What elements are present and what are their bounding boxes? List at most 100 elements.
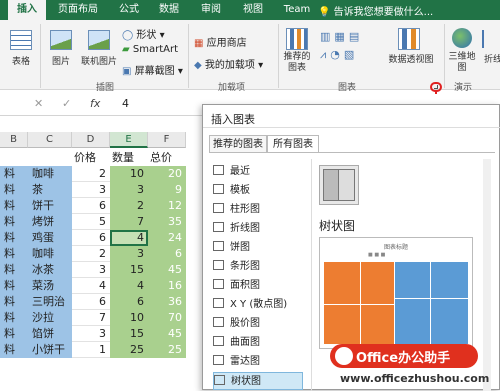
cell-e[interactable]: 25	[110, 342, 148, 358]
formula-input[interactable]: 4	[122, 97, 129, 110]
cell-b[interactable]: 料	[0, 294, 28, 310]
cell-d[interactable]: 6	[72, 230, 110, 246]
surface-chart-icon	[213, 336, 224, 346]
cell-f[interactable]: 45	[148, 326, 186, 342]
chart-category-item[interactable]: 树状图	[213, 372, 303, 390]
treemap-divider	[360, 262, 361, 344]
cell-e[interactable]: 2	[110, 198, 148, 214]
fx-icon[interactable]: fx	[90, 97, 100, 110]
cell-e[interactable]: 6	[110, 294, 148, 310]
chart-category-item[interactable]: 条形图	[213, 258, 303, 276]
cell-d[interactable]: 4	[72, 278, 110, 294]
tab-underline	[209, 152, 495, 153]
cell-c[interactable]: 三明治	[28, 294, 72, 310]
cell-d[interactable]: 3	[72, 326, 110, 342]
dialog-pane-divider	[311, 159, 312, 391]
cell-f[interactable]: 70	[148, 310, 186, 326]
cell-c[interactable]: 冰茶	[28, 262, 72, 278]
column-header-e[interactable]: E	[110, 132, 148, 148]
cell-f[interactable]: 25	[148, 342, 186, 358]
cell-c[interactable]: 鸡蛋	[28, 230, 72, 246]
chart-category-item[interactable]: 饼图	[213, 239, 303, 257]
cell-e[interactable]: 3	[110, 246, 148, 262]
cell-e[interactable]: 7	[110, 214, 148, 230]
cell-c[interactable]: 茶	[28, 182, 72, 198]
preview-legend: ■ ■ ■	[368, 252, 386, 258]
cell-c[interactable]: 沙拉	[28, 310, 72, 326]
chart-category-item[interactable]: 模板	[213, 182, 303, 200]
cell-b[interactable]: 料	[0, 278, 28, 294]
header-price[interactable]: 价格	[74, 150, 110, 166]
recent-icon	[213, 165, 224, 175]
cell-c[interactable]: 馅饼	[28, 326, 72, 342]
cell-b[interactable]: 料	[0, 246, 28, 262]
cell-b[interactable]: 料	[0, 198, 28, 214]
cell-d[interactable]: 2	[72, 166, 110, 182]
cell-b[interactable]: 料	[0, 262, 28, 278]
cell-c[interactable]: 小饼干	[28, 342, 72, 358]
cell-f[interactable]: 45	[148, 262, 186, 278]
header-quantity[interactable]: 数量	[112, 150, 148, 166]
dialog-divider	[203, 127, 500, 128]
chart-category-item[interactable]: 股价图	[213, 315, 303, 333]
chart-category-label: 条形图	[230, 261, 260, 272]
cell-c[interactable]: 烤饼	[28, 214, 72, 230]
column-header-d[interactable]: D	[72, 132, 110, 148]
chart-category-item[interactable]: 折线图	[213, 220, 303, 238]
header-total[interactable]: 总价	[150, 150, 186, 166]
chart-category-item[interactable]: 柱形图	[213, 201, 303, 219]
chart-category-item[interactable]: X Y (散点图)	[213, 296, 303, 314]
treemap-blue-block	[395, 262, 468, 344]
cell-c[interactable]: 菜汤	[28, 278, 72, 294]
cell-d[interactable]: 1	[72, 342, 110, 358]
cell-d[interactable]: 7	[72, 310, 110, 326]
cell-f[interactable]: 36	[148, 294, 186, 310]
cell-d[interactable]: 6	[72, 294, 110, 310]
cell-e[interactable]: 10	[110, 310, 148, 326]
cell-e[interactable]: 3	[110, 182, 148, 198]
cell-b[interactable]: 料	[0, 166, 28, 182]
cancel-icon[interactable]: ✕	[34, 97, 43, 110]
chart-category-item[interactable]: 面积图	[213, 277, 303, 295]
tab-recommended-charts[interactable]: 推荐的图表	[209, 135, 267, 153]
cell-e[interactable]: 4	[110, 278, 148, 294]
cell-e[interactable]: 15	[110, 326, 148, 342]
cell-f[interactable]: 9	[148, 182, 186, 198]
cell-e[interactable]: 4	[110, 230, 148, 246]
column-header-b[interactable]: B	[0, 132, 28, 148]
cell-c[interactable]: 饼干	[28, 198, 72, 214]
preview-scrollbar[interactable]	[483, 159, 491, 391]
column-header-c[interactable]: C	[28, 132, 72, 148]
cell-e[interactable]: 15	[110, 262, 148, 278]
chart-category-item[interactable]: 曲面图	[213, 334, 303, 352]
cell-c[interactable]: 咖啡	[28, 166, 72, 182]
cell-d[interactable]: 3	[72, 262, 110, 278]
cell-b[interactable]: 料	[0, 326, 28, 342]
cell-f[interactable]: 6	[148, 246, 186, 262]
cell-b[interactable]: 料	[0, 310, 28, 326]
enter-icon[interactable]: ✓	[62, 97, 71, 110]
treemap-subtype-thumb[interactable]	[319, 165, 359, 205]
cell-d[interactable]: 5	[72, 214, 110, 230]
cell-d[interactable]: 6	[72, 198, 110, 214]
cell-e[interactable]: 10	[110, 166, 148, 182]
cell-f[interactable]: 16	[148, 278, 186, 294]
cell-f[interactable]: 24	[148, 230, 186, 246]
cell-c[interactable]: 咖啡	[28, 246, 72, 262]
chart-category-label: 面积图	[230, 280, 260, 291]
treemap-preview[interactable]: 图表标题 ■ ■ ■	[319, 237, 473, 349]
chart-category-label: 柱形图	[230, 204, 260, 215]
cell-f[interactable]: 20	[148, 166, 186, 182]
column-header-f[interactable]: F	[148, 132, 186, 148]
cell-f[interactable]: 12	[148, 198, 186, 214]
cell-d[interactable]: 3	[72, 182, 110, 198]
cell-b[interactable]: 料	[0, 230, 28, 246]
chart-category-item[interactable]: 雷达图	[213, 353, 303, 371]
cell-f[interactable]: 35	[148, 214, 186, 230]
cell-b[interactable]: 料	[0, 182, 28, 198]
cell-b[interactable]: 料	[0, 214, 28, 230]
cell-b[interactable]: 料	[0, 342, 28, 358]
tab-all-charts[interactable]: 所有图表	[267, 135, 319, 153]
chart-category-item[interactable]: 最近	[213, 163, 303, 181]
cell-d[interactable]: 2	[72, 246, 110, 262]
